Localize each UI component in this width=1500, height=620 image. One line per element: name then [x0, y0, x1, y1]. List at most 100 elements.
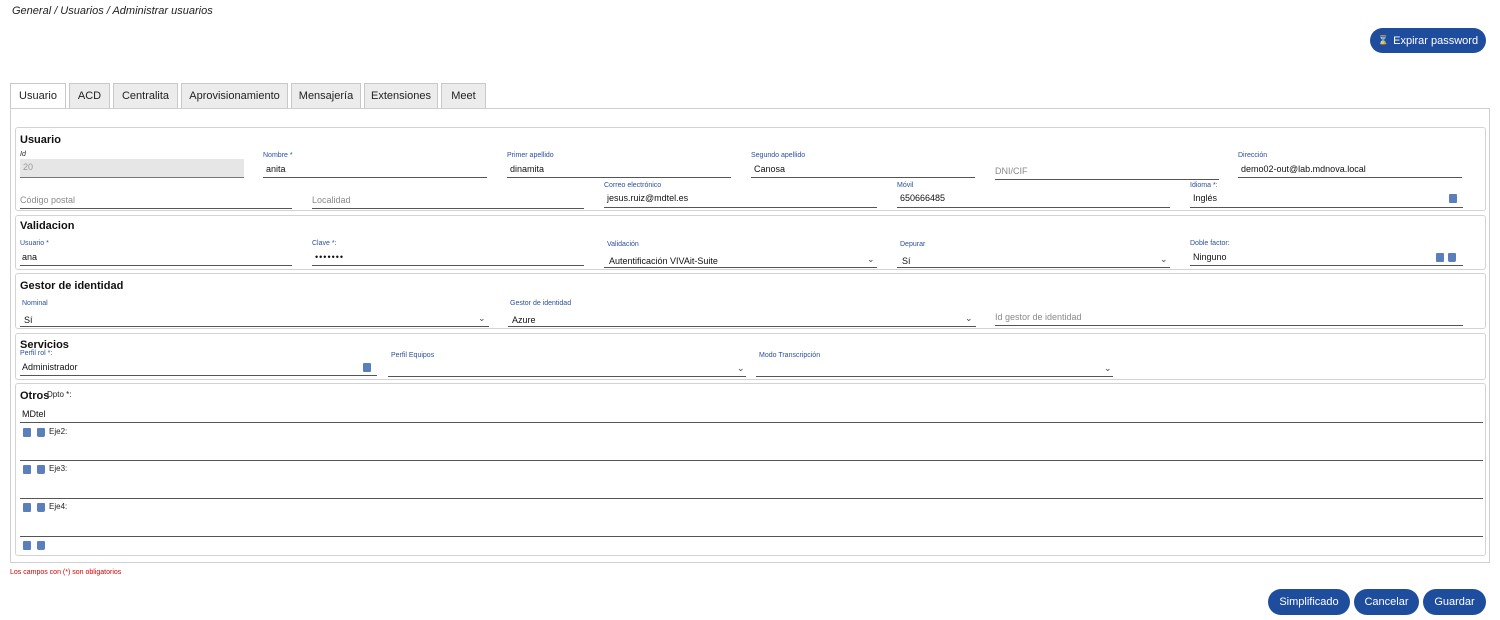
perfil-rol-add-icon[interactable] — [363, 363, 371, 372]
doble-factor-trash-icon[interactable] — [1448, 253, 1456, 262]
codigo-postal-field[interactable]: Código postal — [20, 195, 75, 205]
tab-mensajeria[interactable]: Mensajería — [291, 83, 361, 108]
eje5-add-icon[interactable] — [23, 541, 31, 550]
tab-meet[interactable]: Meet — [441, 83, 486, 108]
nombre-label: Nombre * — [263, 152, 293, 159]
idioma-add-icon[interactable] — [1449, 194, 1457, 203]
apellido2-field[interactable]: Canosa — [754, 164, 785, 174]
dpto-field[interactable]: MDtel — [22, 409, 46, 419]
section-title-gestor: Gestor de identidad — [20, 280, 124, 292]
section-title-usuario: Usuario — [20, 134, 61, 146]
codigo-postal-underline — [20, 208, 292, 209]
movil-label: Móvil — [897, 182, 914, 189]
gestor-underline — [508, 326, 976, 327]
correo-underline — [604, 207, 877, 208]
cancel-button[interactable]: Cancelar — [1354, 589, 1419, 615]
eje3-label: Eje3: — [49, 464, 68, 473]
eje4-field[interactable] — [20, 536, 1483, 537]
required-fields-note: Los campos con (*) son obligatorios — [10, 569, 122, 576]
tab-aprovisionamiento[interactable]: Aprovisionamiento — [181, 83, 288, 108]
localidad-field[interactable]: Localidad — [312, 195, 351, 205]
save-button[interactable]: Guardar — [1423, 589, 1486, 615]
depurar-select[interactable]: Sí — [902, 256, 911, 266]
gestor-select[interactable]: Azure — [512, 315, 536, 325]
dni-field[interactable]: DNI/CIF — [995, 166, 1028, 176]
section-otros — [15, 383, 1486, 556]
apellido1-field[interactable]: dinamita — [510, 164, 544, 174]
correo-field[interactable]: jesus.ruiz@mdtel.es — [607, 193, 688, 203]
dpto-underline — [20, 422, 1483, 423]
eje4-trash-icon[interactable] — [37, 503, 45, 512]
section-servicios — [15, 333, 1486, 380]
expire-password-label: Expirar password — [1393, 34, 1479, 47]
eje5-trash-icon[interactable] — [37, 541, 45, 550]
perfil-equipos-label: Perfil Equipos — [391, 352, 435, 359]
perfil-equipos-select[interactable] — [388, 376, 746, 377]
tab-extensiones[interactable]: Extensiones — [364, 83, 438, 108]
nominal-select[interactable]: Sí — [24, 315, 33, 325]
perfil-rol-label: Perfil rol *: — [20, 350, 53, 357]
section-gestor — [15, 273, 1486, 329]
dni-underline — [995, 179, 1219, 180]
clave-field[interactable]: ••••••• — [315, 252, 344, 262]
eje4-label: Eje4: — [49, 502, 68, 511]
chevron-down-icon: ⌄ — [965, 313, 973, 323]
simplificado-button[interactable]: Simplificado — [1268, 589, 1350, 615]
section-title-validacion: Validacion — [20, 220, 75, 232]
eje2-field[interactable] — [20, 460, 1483, 461]
chevron-down-icon: ⌄ — [867, 254, 875, 264]
apellido2-label: Segundo apellido — [751, 152, 806, 159]
modo-transcripcion-label: Modo Transcripción — [759, 352, 821, 359]
id-label: Id — [20, 151, 26, 158]
idioma-underline — [1190, 207, 1463, 208]
validacion-underline — [604, 267, 877, 268]
eje2-trash-icon[interactable] — [37, 428, 45, 437]
movil-underline — [897, 207, 1170, 208]
modo-transcripcion-select[interactable] — [756, 376, 1113, 377]
direccion-underline — [1238, 177, 1462, 178]
doble-factor-label: Doble factor: — [1190, 240, 1230, 247]
nombre-field[interactable]: anita — [266, 164, 286, 174]
clave-label: Clave *: — [312, 240, 337, 247]
chevron-down-icon: ⌄ — [737, 363, 745, 373]
validacion-label: Validación — [607, 241, 639, 248]
id-field: 20 — [20, 159, 244, 178]
tab-bar: Usuario ACD Centralita Aprovisionamiento… — [10, 83, 489, 108]
usuario-login-label: Usuario * — [20, 240, 49, 247]
eje4-add-icon[interactable] — [23, 503, 31, 512]
tab-usuario[interactable]: Usuario — [10, 83, 66, 108]
usuario-login-field[interactable]: ana — [22, 252, 37, 262]
tab-acd[interactable]: ACD — [69, 83, 110, 108]
correo-label: Correo electrónico — [604, 182, 662, 189]
eje2-label: Eje2: — [49, 427, 68, 436]
usuario-login-underline — [20, 265, 292, 266]
direccion-field[interactable]: demo02-out@lab.mdnova.local — [1241, 164, 1366, 174]
chevron-down-icon: ⌄ — [1160, 254, 1168, 264]
clave-underline — [312, 265, 584, 266]
nominal-label: Nominal — [22, 300, 48, 307]
depurar-underline — [897, 267, 1170, 268]
id-gestor-underline — [995, 325, 1463, 326]
movil-field[interactable]: 650666485 — [900, 193, 945, 203]
perfil-rol-underline — [20, 375, 377, 376]
nominal-underline — [20, 326, 489, 327]
depurar-label: Depurar — [900, 241, 926, 248]
tab-centralita[interactable]: Centralita — [113, 83, 178, 108]
apellido2-underline — [751, 177, 975, 178]
idioma-label: Idioma *: — [1190, 182, 1218, 189]
perfil-rol-field[interactable]: Administrador — [22, 362, 78, 372]
eje3-trash-icon[interactable] — [37, 465, 45, 474]
eje3-add-icon[interactable] — [23, 465, 31, 474]
eje3-field[interactable] — [20, 498, 1483, 499]
breadcrumb: General / Usuarios / Administrar usuario… — [12, 5, 213, 17]
apellido1-underline — [507, 177, 731, 178]
expire-password-button[interactable]: ⌛ Expirar password — [1370, 28, 1486, 53]
dpto-label: Dpto *: — [47, 390, 72, 399]
direccion-label: Dirección — [1238, 152, 1268, 159]
doble-factor-field[interactable]: Ninguno — [1193, 252, 1227, 262]
id-gestor-field[interactable]: Id gestor de identidad — [995, 312, 1082, 322]
eje2-add-icon[interactable] — [23, 428, 31, 437]
doble-factor-add-icon[interactable] — [1436, 253, 1444, 262]
validacion-select[interactable]: Autentificación VIVAit-Suite — [609, 256, 718, 266]
idioma-field[interactable]: Inglés — [1193, 193, 1217, 203]
